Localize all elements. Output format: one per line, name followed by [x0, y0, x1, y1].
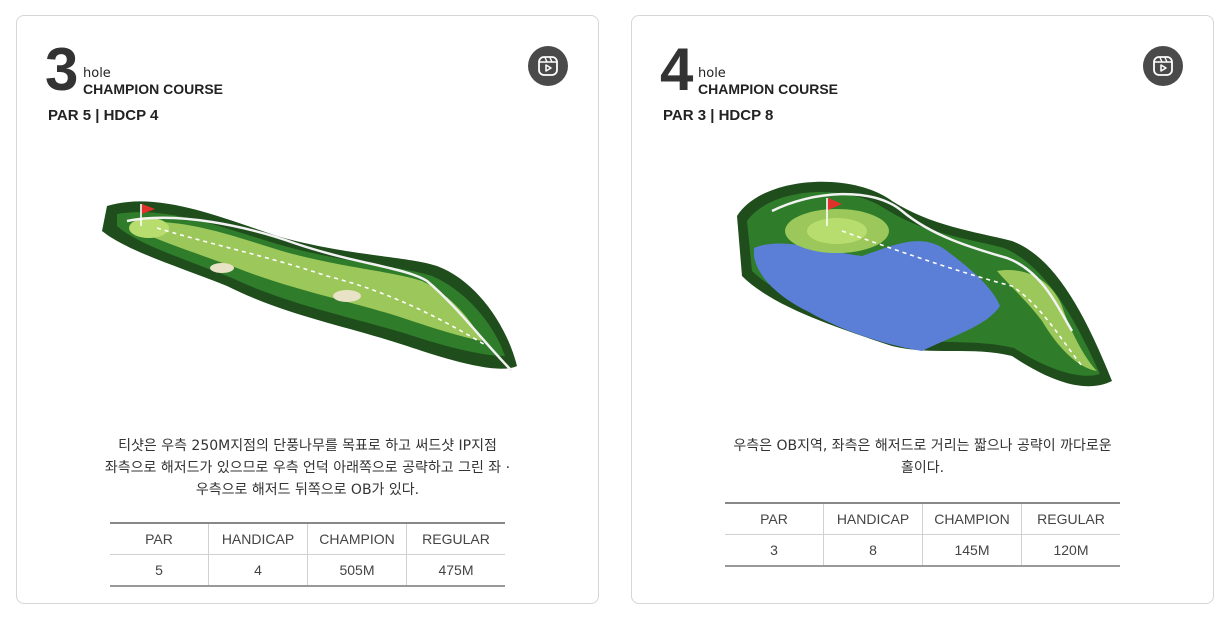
hole-label: hole — [698, 66, 726, 81]
table-cell: 4 — [208, 554, 308, 587]
hole-4-course-map — [737, 181, 1112, 387]
hole-number: 3 — [45, 36, 78, 103]
table-header: PAR — [110, 522, 209, 555]
par-hdcp: PAR 3 | HDCP 8 — [663, 107, 774, 124]
hole-card-4: 4 hole CHAMPION COURSE PAR 3 | HDCP 8 우측… — [631, 15, 1214, 604]
table-cell: 5 — [110, 554, 209, 587]
table-header: PAR — [725, 502, 824, 535]
video-button[interactable] — [1143, 46, 1183, 86]
par-hdcp: PAR 5 | HDCP 4 — [48, 107, 159, 124]
hole-description: 우측은 OB지역, 좌측은 해저드로 거리는 짧으나 공략이 까다로운 홀이다. — [733, 438, 1112, 476]
table-cell: 475M — [406, 554, 505, 587]
table-header: CHAMPION — [307, 522, 407, 555]
table-header: HANDICAP — [823, 502, 923, 535]
table-cell: 8 — [823, 534, 923, 567]
table-cell: 505M — [307, 554, 407, 587]
play-video-icon — [1153, 56, 1173, 76]
course-name: CHAMPION COURSE — [83, 81, 224, 97]
table-cell: 120M — [1021, 534, 1120, 567]
hole-3-course-map — [102, 201, 517, 372]
table-header-row: PAR HANDICAP CHAMPION REGULAR — [110, 522, 505, 555]
hole-stats-table: PAR HANDICAP CHAMPION REGULAR 3 8 145M 1… — [725, 502, 1120, 567]
table-row: 5 4 505M 475M — [110, 554, 505, 587]
table-cell: 145M — [922, 534, 1022, 567]
hole-label: hole — [83, 66, 111, 81]
table-header: REGULAR — [406, 522, 505, 555]
hole-card-3: 3 hole CHAMPION COURSE PAR 5 | HDCP 4 티샷… — [16, 15, 599, 604]
course-name: CHAMPION COURSE — [698, 81, 839, 97]
hole-description: 티샷은 우측 250M지점의 단풍나무를 목표로 하고 써드샷 IP지점 좌측으… — [104, 438, 511, 498]
table-header: REGULAR — [1021, 502, 1120, 535]
table-cell: 3 — [725, 534, 824, 567]
table-row: 3 8 145M 120M — [725, 534, 1120, 567]
play-video-icon — [538, 56, 558, 76]
hole-stats-table: PAR HANDICAP CHAMPION REGULAR 5 4 505M 4… — [110, 522, 505, 587]
table-header: CHAMPION — [922, 502, 1022, 535]
hole-number: 4 — [660, 36, 693, 103]
table-header-row: PAR HANDICAP CHAMPION REGULAR — [725, 502, 1120, 535]
video-button[interactable] — [528, 46, 568, 86]
table-header: HANDICAP — [208, 522, 308, 555]
